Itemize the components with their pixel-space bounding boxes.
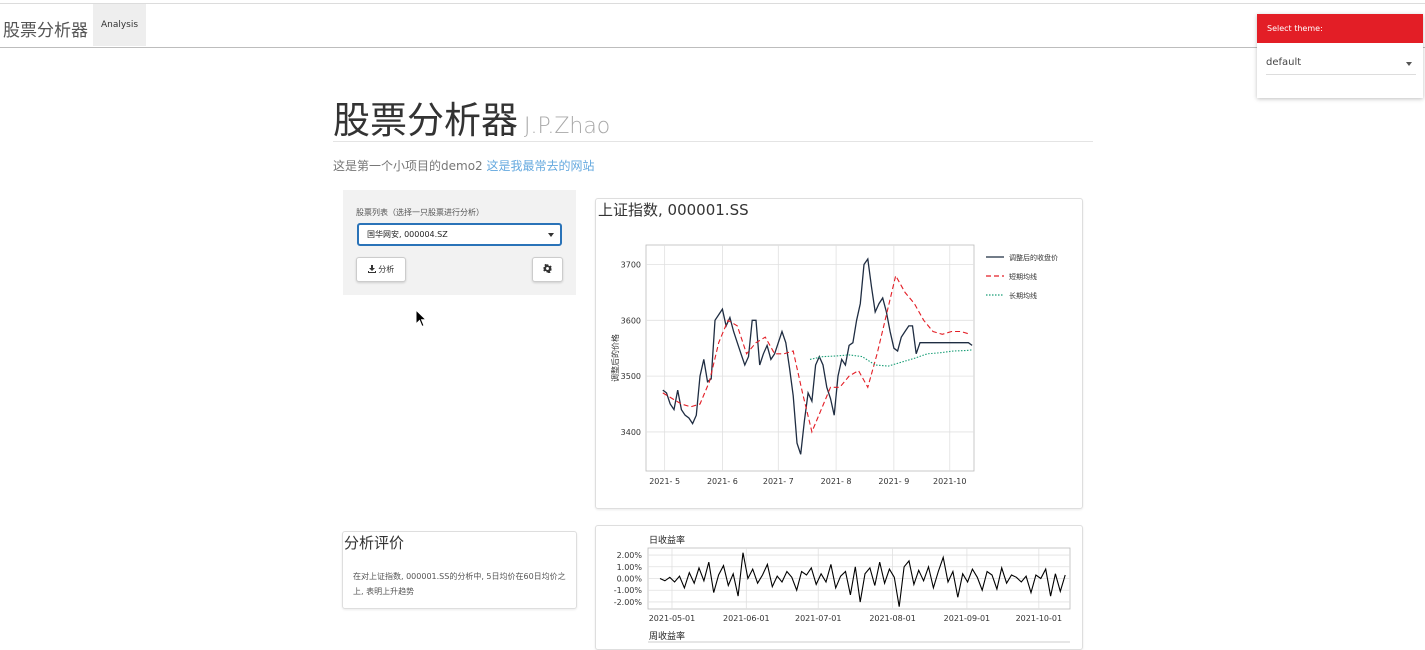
weekly-returns-chart-title: 周收益率 (649, 630, 685, 642)
chevron-down-icon (1406, 62, 1412, 66)
x-tick-label: 2021-06-01 (723, 614, 770, 623)
x-tick-label: 2021-10-01 (1016, 614, 1063, 623)
stock-select[interactable]: 国华网安, 000004.SZ (357, 223, 562, 246)
theme-selector-heading: Select theme: (1257, 14, 1423, 43)
y-axis-label: 调整后的价格 (610, 334, 620, 382)
y-tick-label: 1.00% (617, 563, 643, 572)
page-header: 股票分析器 J.P.Zhao (333, 90, 1093, 142)
stock-list-label: 股票列表（选择一只股票进行分析） (356, 208, 484, 217)
x-tick-label: 2021-07-01 (795, 614, 842, 623)
y-tick-label: 3500 (621, 372, 641, 381)
x-tick-label: 2021- 7 (763, 477, 794, 486)
mouse-cursor-icon (415, 309, 427, 328)
y-tick-label: 3600 (621, 316, 641, 325)
x-tick-label: 2021-08-01 (869, 614, 916, 623)
x-tick-label: 2021-09-01 (944, 614, 991, 623)
page-title-text: 股票分析器 (333, 99, 518, 142)
returns-chart-card: 日收益率 2.00% 1.00% 0.00% -1.00% -2.00% 2021-05-0… (595, 525, 1083, 650)
returns-chart: 日收益率 2.00% 1.00% 0.00% -1.00% -2.00% 2021-05-0… (614, 534, 1071, 643)
tab-analysis[interactable]: Analysis (93, 4, 146, 46)
x-tick-label: 2021- 6 (707, 477, 738, 486)
gear-icon (543, 263, 552, 274)
x-tick-label: 2021-05-01 (649, 614, 696, 623)
evaluation-text: 在对上证指数, 000001.SS的分析中, 5日均价在60日均价之上, 表明上… (353, 572, 566, 596)
y-tick-label: 3700 (621, 261, 641, 270)
returns-chart-title: 日收益率 (649, 534, 685, 546)
x-tick-label: 2021- 8 (821, 477, 852, 486)
page-author: J.P.Zhao (524, 114, 611, 139)
page-subtitle: 这是第一个小项目的demo2 这是我最常去的网站 (333, 157, 595, 174)
legend-label: 长期均线 (1009, 291, 1037, 300)
analyze-button-label: 分析 (378, 265, 395, 274)
x-tick-label: 2021- 5 (649, 477, 680, 486)
x-tick-label: 2021-10 (933, 477, 966, 486)
chevron-down-icon (548, 233, 554, 237)
theme-select[interactable]: default (1266, 57, 1416, 75)
price-chart: 3400 3500 3600 3700 2021- 5 2021- 6 2021- 7 202… (610, 244, 1058, 486)
navbar: 股票分析器 Analysis (0, 3, 1425, 48)
price-chart-card: 上证指数, 000001.SS 3400 3500 3600 3700 2021- 52… (595, 198, 1083, 509)
plot-area (645, 244, 975, 472)
x-tick-label: 2021- 9 (878, 477, 909, 486)
stock-input-panel: 股票列表（选择一只股票进行分析） 国华网安, 000004.SZ 分析 (343, 190, 576, 295)
y-tick-label: 0.00% (617, 575, 643, 584)
page-title: 股票分析器 J.P.Zhao (333, 90, 1093, 144)
subtitle-text: 这是第一个小项目的demo2 (333, 159, 483, 173)
y-tick-label: 2.00% (617, 551, 643, 560)
download-icon (367, 265, 376, 273)
y-tick-label: 3400 (621, 428, 641, 437)
analyze-button[interactable]: 分析 (356, 257, 406, 282)
y-tick-label: -1.00% (614, 586, 643, 595)
navbar-brand[interactable]: 股票分析器 (3, 16, 88, 41)
settings-button[interactable] (532, 257, 563, 282)
theme-selector-panel: Select theme: default (1257, 14, 1423, 98)
theme-select-value: default (1266, 57, 1302, 68)
evaluation-card: 分析评价 在对上证指数, 000001.SS的分析中, 5日均价在60日均价之上… (342, 531, 577, 609)
legend-label: 短期均线 (1009, 272, 1037, 281)
legend-label: 调整后的收盘价 (1009, 253, 1058, 262)
stock-select-value: 国华网安, 000004.SZ (367, 230, 448, 239)
y-tick-label: -2.00% (614, 598, 643, 607)
evaluation-heading: 分析评价 (344, 534, 405, 552)
favorite-site-link[interactable]: 这是我最常去的网站 (487, 159, 595, 173)
